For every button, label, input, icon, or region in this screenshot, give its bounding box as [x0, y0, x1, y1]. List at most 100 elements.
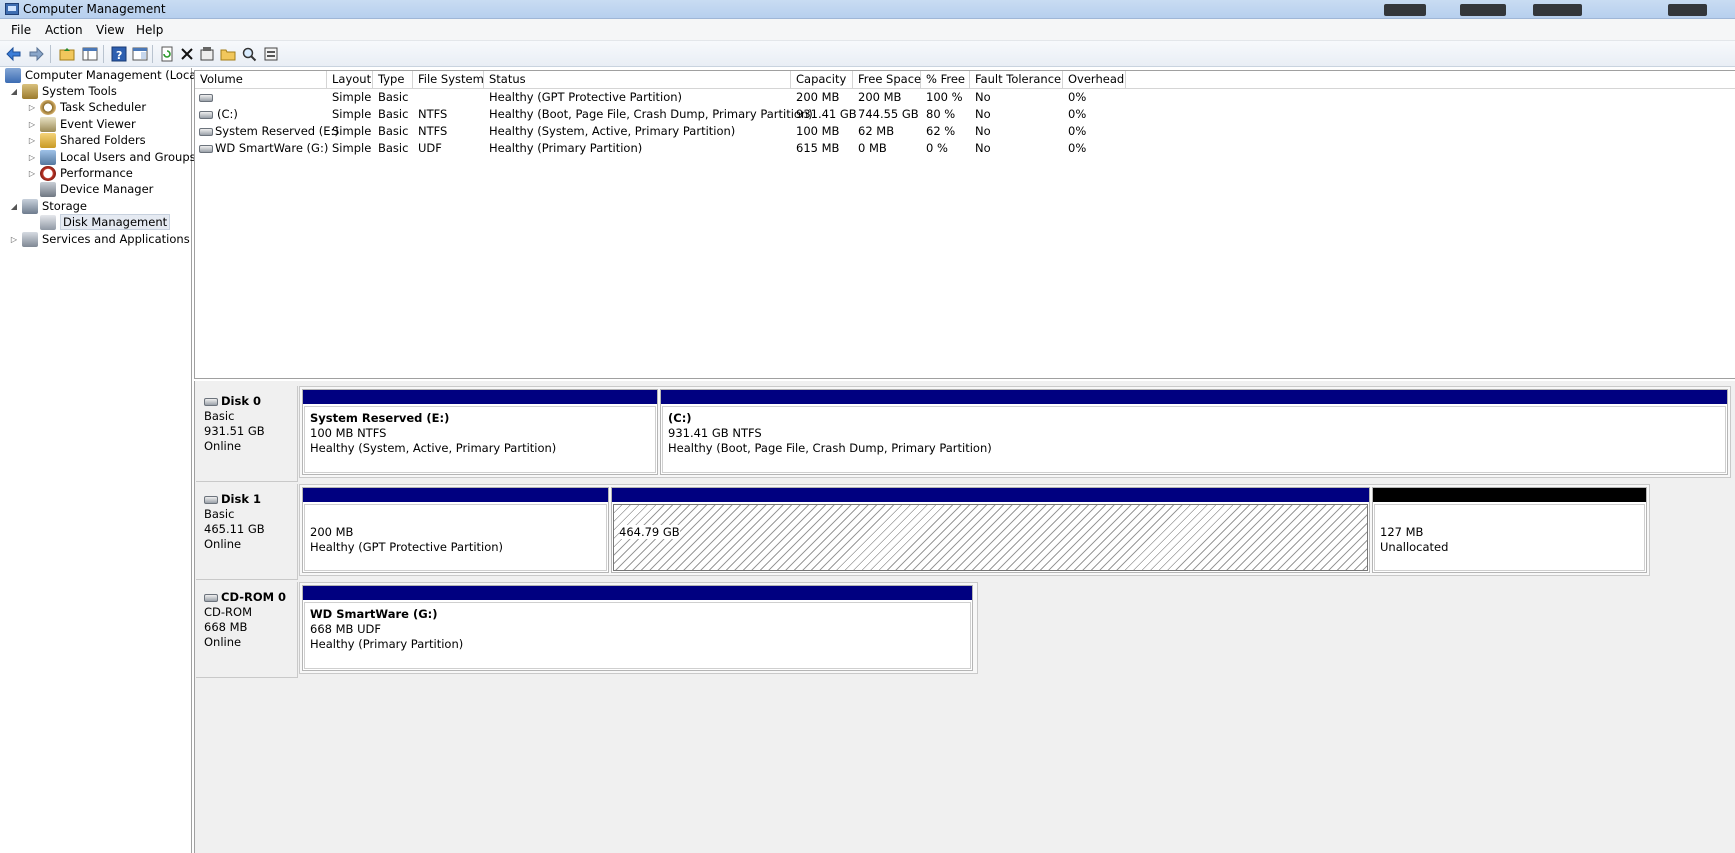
unallocated-bar — [1373, 488, 1646, 502]
cell-volume: (C:) — [217, 107, 238, 121]
cell-capacity: 200 MB — [796, 90, 840, 104]
window-title: Computer Management — [23, 2, 166, 16]
tree-item-shared-folders[interactable]: ▷ Shared Folders — [27, 131, 146, 149]
refresh-icon[interactable] — [158, 45, 176, 63]
menu-view[interactable]: View — [96, 23, 124, 37]
menu-file[interactable]: File — [11, 23, 31, 37]
disk-graphical-view: Disk 0 Basic 931.51 GB Online System Res… — [194, 381, 1735, 853]
disk-label-disk-0[interactable]: Disk 0 Basic 931.51 GB Online — [196, 386, 298, 482]
show-hide-tree-icon[interactable] — [81, 45, 99, 63]
cell-layout: Simple — [332, 90, 372, 104]
volume-icon — [199, 94, 213, 102]
column-free-space[interactable]: Free Space — [853, 71, 921, 89]
menu-bar: File Action View Help — [0, 19, 1735, 41]
collapsed-arrow-icon[interactable]: ▷ — [27, 136, 37, 145]
tree-label: Disk Management — [60, 214, 171, 230]
volume-list: Volume Layout Type File System Status Ca… — [194, 70, 1735, 379]
cell-type: Basic — [378, 107, 409, 121]
disk-label-disk-1[interactable]: Disk 1 Basic 465.11 GB Online — [196, 484, 298, 580]
event-viewer-icon — [40, 116, 56, 132]
disk-size: 931.51 GB — [204, 424, 265, 438]
tree-label: Local Users and Groups — [60, 150, 196, 164]
table-row[interactable]: (C:) Simple Basic NTFS Healthy (Boot, Pa… — [195, 106, 1735, 123]
cell-volume: WD SmartWare (G:) — [215, 141, 329, 155]
disk-management-icon — [40, 214, 56, 230]
partition-c[interactable]: (C:) 931.41 GB NTFS Healthy (Boot, Page … — [660, 389, 1728, 475]
collapsed-arrow-icon[interactable]: ▷ — [27, 169, 37, 178]
forward-arrow-icon[interactable] — [27, 45, 45, 63]
partition-status: Unallocated — [1380, 540, 1449, 554]
tree-item-task-scheduler[interactable]: ▷ Task Scheduler — [27, 98, 146, 116]
column-fault-tolerance[interactable]: Fault Tolerance — [970, 71, 1063, 89]
partition-gpt-protective[interactable]: 200 MB Healthy (GPT Protective Partition… — [302, 487, 609, 573]
disk-status: Online — [204, 537, 242, 551]
help-icon[interactable]: ? — [110, 45, 128, 63]
menu-help[interactable]: Help — [136, 23, 163, 37]
cell-fault-tolerance: No — [975, 141, 991, 155]
cell-status: Healthy (GPT Protective Partition) — [489, 90, 683, 104]
storage-icon — [22, 198, 38, 214]
properties-pane-icon[interactable] — [131, 45, 149, 63]
shared-folders-icon — [40, 132, 56, 148]
partition-unallocated[interactable]: 127 MB Unallocated — [1372, 487, 1647, 573]
hard-disk-icon — [204, 397, 218, 406]
blurred-titlebar-element — [1460, 4, 1506, 16]
cell-volume: System Reserved (E:) — [215, 124, 339, 138]
column-volume[interactable]: Volume — [195, 71, 327, 89]
services-icon — [22, 231, 38, 247]
cell-status: Healthy (System, Active, Primary Partiti… — [489, 124, 736, 138]
title-bar: Computer Management — [0, 0, 1735, 19]
search-icon[interactable] — [240, 45, 258, 63]
column-type[interactable]: Type — [373, 71, 413, 89]
cell-capacity: 615 MB — [796, 141, 840, 155]
table-row[interactable]: WD SmartWare (G:) Simple Basic UDF Healt… — [195, 140, 1735, 157]
partition-size: 931.41 GB NTFS — [668, 426, 762, 440]
tree-item-device-manager[interactable]: Device Manager — [40, 180, 153, 198]
up-folder-icon[interactable] — [58, 45, 76, 63]
tree-label: Computer Management (Local — [25, 68, 200, 82]
hard-disk-icon — [204, 495, 218, 504]
properties-icon[interactable] — [198, 45, 216, 63]
partition-size: 127 MB — [1380, 525, 1424, 539]
toolbar-separator — [103, 45, 104, 63]
cell-overhead: 0% — [1068, 90, 1087, 104]
system-tools-icon — [22, 83, 38, 99]
column-file-system[interactable]: File System — [413, 71, 484, 89]
expanded-arrow-icon[interactable]: ◢ — [9, 202, 19, 211]
column-percent-free[interactable]: % Free — [921, 71, 970, 89]
column-capacity[interactable]: Capacity — [791, 71, 853, 89]
expanded-arrow-icon[interactable]: ◢ — [9, 87, 19, 96]
partition-body: System Reserved (E:) 100 MB NTFS Healthy… — [304, 406, 656, 473]
cell-fault-tolerance: No — [975, 107, 991, 121]
column-status[interactable]: Status — [484, 71, 791, 89]
delete-icon[interactable] — [178, 45, 196, 63]
partition-body: 127 MB Unallocated — [1374, 504, 1645, 571]
rescan-icon[interactable] — [262, 45, 280, 63]
tree-item-services[interactable]: ▷ Services and Applications — [9, 230, 190, 248]
column-layout[interactable]: Layout — [327, 71, 373, 89]
collapsed-arrow-icon[interactable]: ▷ — [9, 235, 19, 244]
tree-item-disk-management[interactable]: Disk Management — [40, 213, 171, 231]
partition-title: System Reserved (E:) — [310, 411, 450, 425]
partition-hatched[interactable]: 464.79 GB — [611, 487, 1370, 573]
cell-percent-free: 62 % — [926, 124, 956, 138]
volume-icon — [199, 128, 213, 136]
partition-wd-smartware[interactable]: WD SmartWare (G:) 668 MB UDF Healthy (Pr… — [302, 585, 973, 671]
disk-label-cdrom-0[interactable]: CD-ROM 0 CD-ROM 668 MB Online — [196, 582, 298, 678]
disk-type: CD-ROM — [204, 605, 252, 619]
cell-percent-free: 0 % — [926, 141, 948, 155]
column-overhead[interactable]: Overhead — [1063, 71, 1126, 89]
cell-type: Basic — [378, 141, 409, 155]
table-row[interactable]: Simple Basic Healthy (GPT Protective Par… — [195, 89, 1735, 106]
partition-system-reserved[interactable]: System Reserved (E:) 100 MB NTFS Healthy… — [302, 389, 658, 475]
tree-label: Task Scheduler — [60, 100, 147, 114]
table-row[interactable]: System Reserved (E:) Simple Basic NTFS H… — [195, 123, 1735, 140]
collapsed-arrow-icon[interactable]: ▷ — [27, 103, 37, 112]
back-arrow-icon[interactable] — [5, 45, 23, 63]
cell-free-space: 0 MB — [858, 141, 887, 155]
collapsed-arrow-icon[interactable]: ▷ — [27, 120, 37, 129]
disk-0-partitions: System Reserved (E:) 100 MB NTFS Healthy… — [299, 386, 1731, 478]
menu-action[interactable]: Action — [45, 23, 83, 37]
open-icon[interactable] — [219, 45, 237, 63]
collapsed-arrow-icon[interactable]: ▷ — [27, 153, 37, 162]
